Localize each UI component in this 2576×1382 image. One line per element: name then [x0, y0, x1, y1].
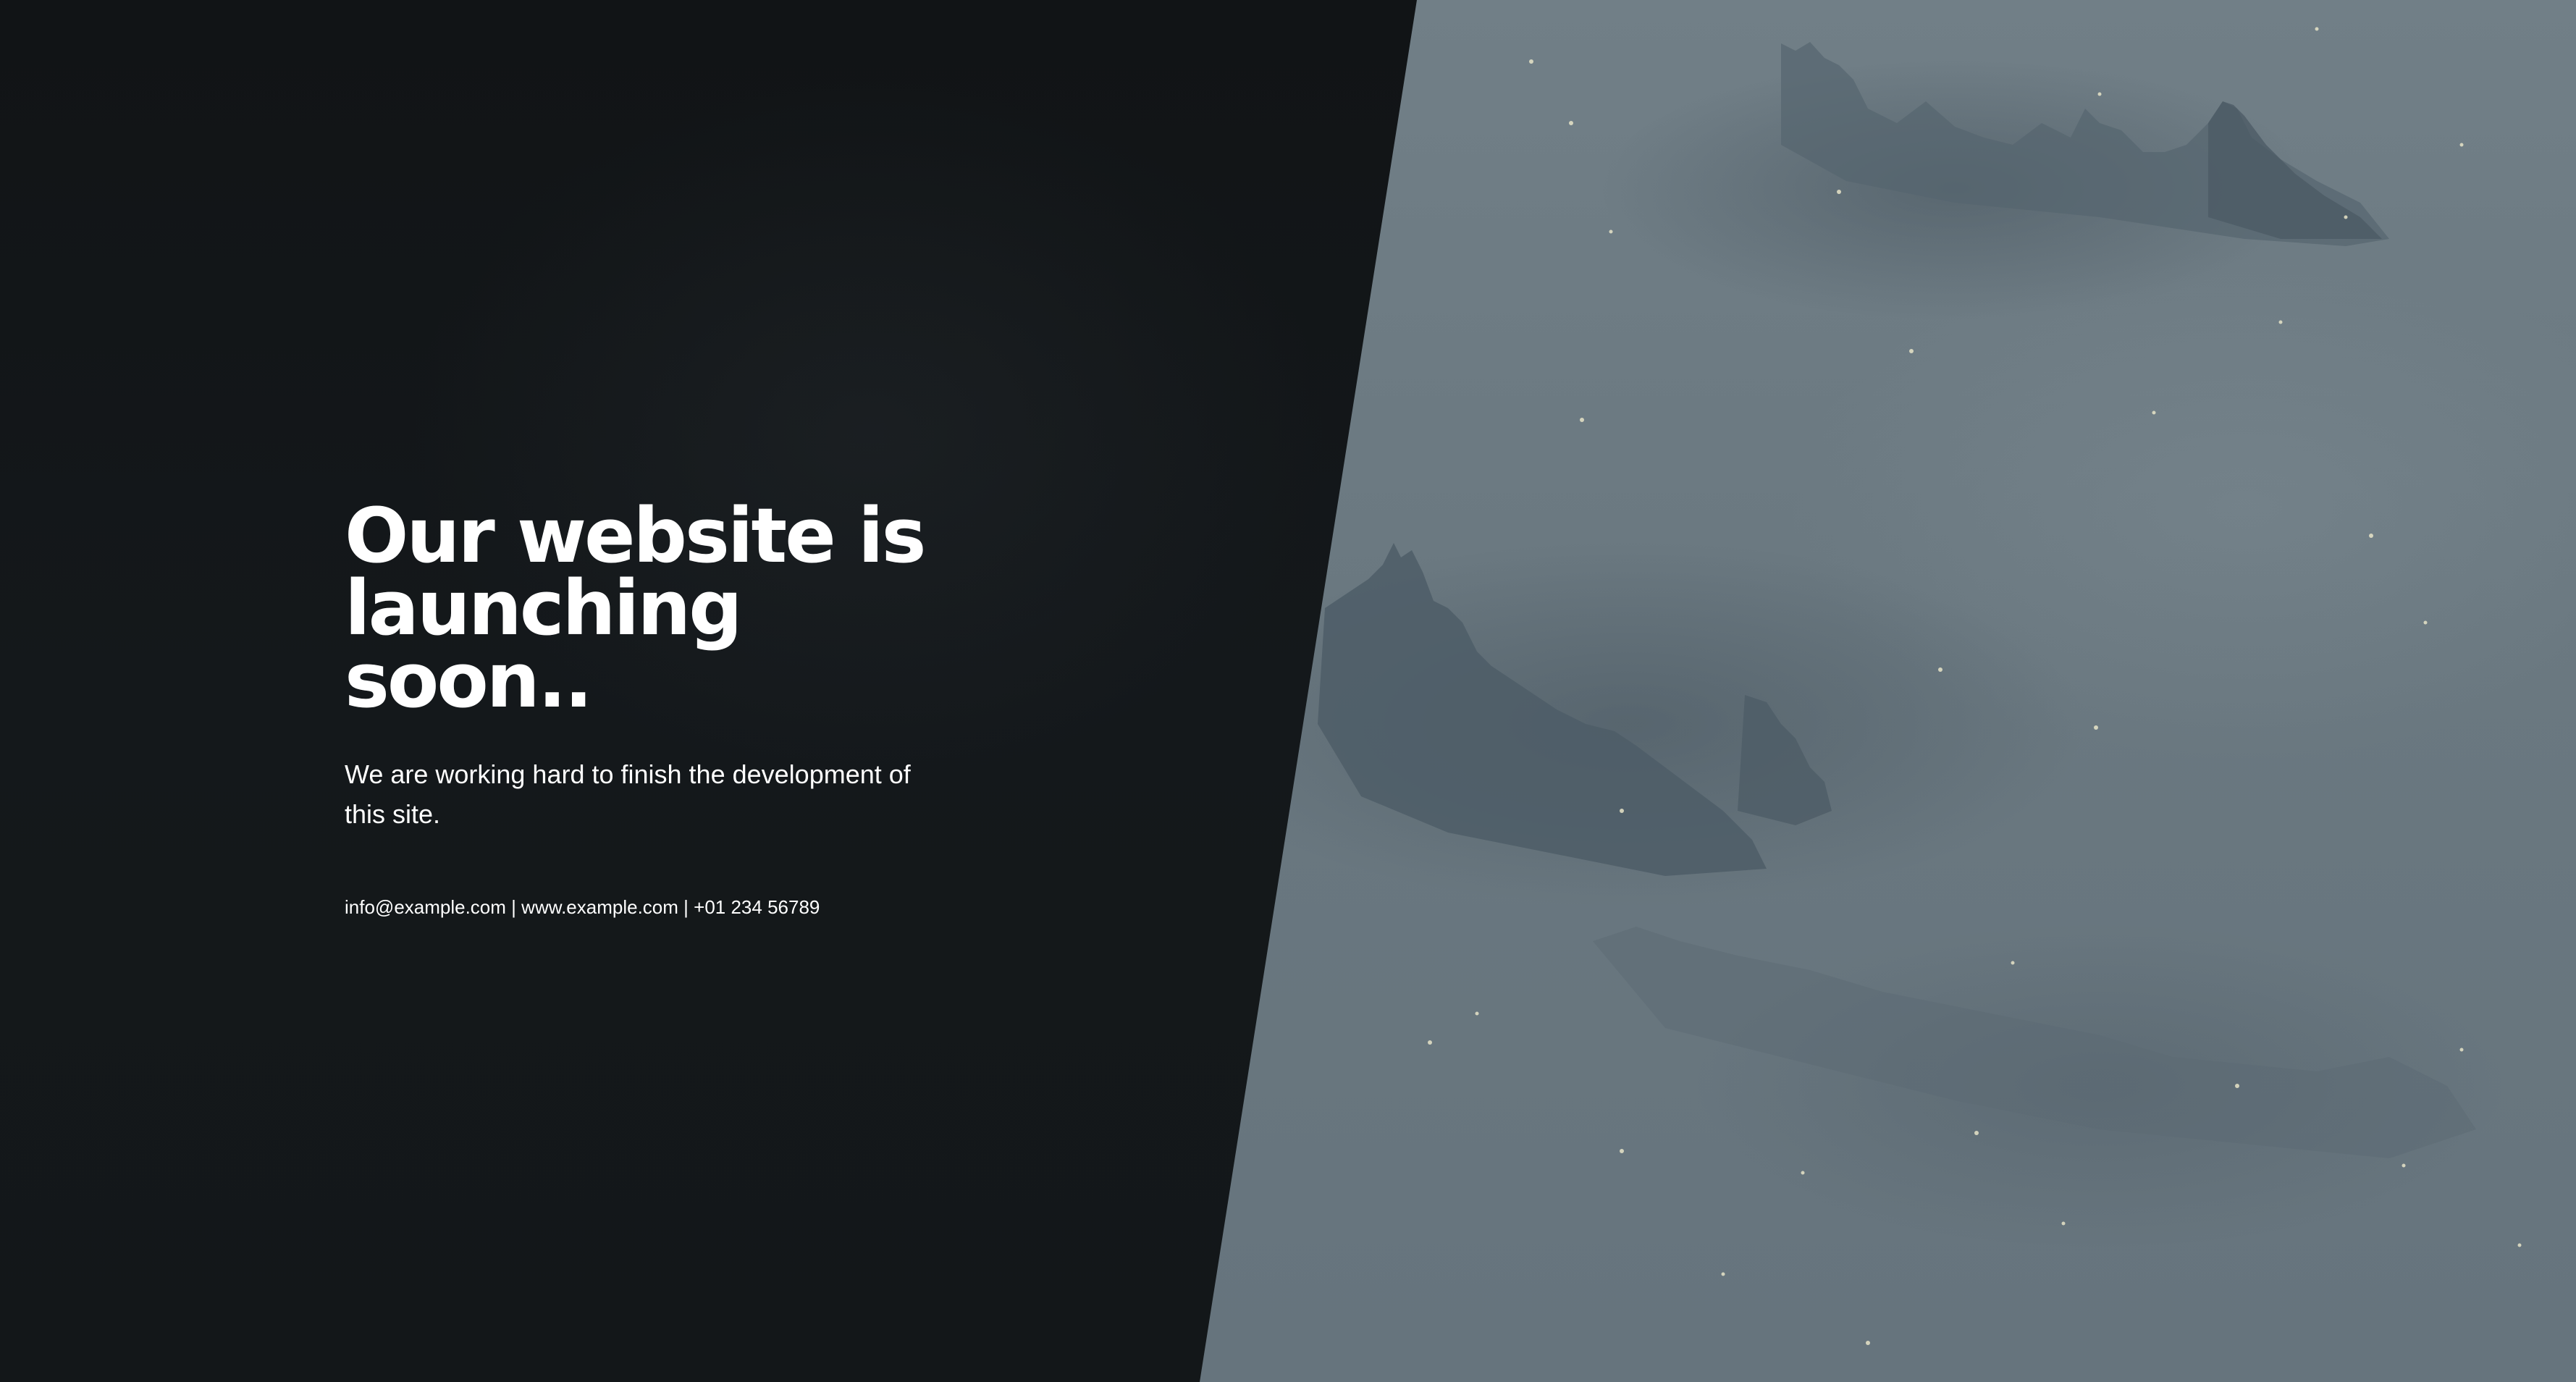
contact-email-link[interactable]: info@example.com: [345, 896, 506, 918]
page-subtitle: We are working hard to finish the develo…: [345, 754, 967, 834]
contact-info: info@example.com | www.example.com | +01…: [345, 896, 967, 919]
contact-website-link[interactable]: www.example.com: [521, 896, 678, 918]
page-headline: Our website is launching soon..: [345, 498, 967, 718]
contact-separator: |: [511, 896, 516, 918]
headline-line-2: launching soon..: [345, 564, 743, 725]
contact-separator: |: [683, 896, 689, 918]
coming-soon-page: Our website is launching soon.. We are wo…: [0, 0, 2576, 1382]
subtitle-line-2: this site.: [345, 799, 441, 829]
subtitle-line-1: We are working hard to finish the develo…: [345, 759, 911, 789]
hero-content: Our website is launching soon.. We are wo…: [345, 498, 967, 919]
contact-phone-link[interactable]: +01 234 56789: [694, 896, 820, 918]
